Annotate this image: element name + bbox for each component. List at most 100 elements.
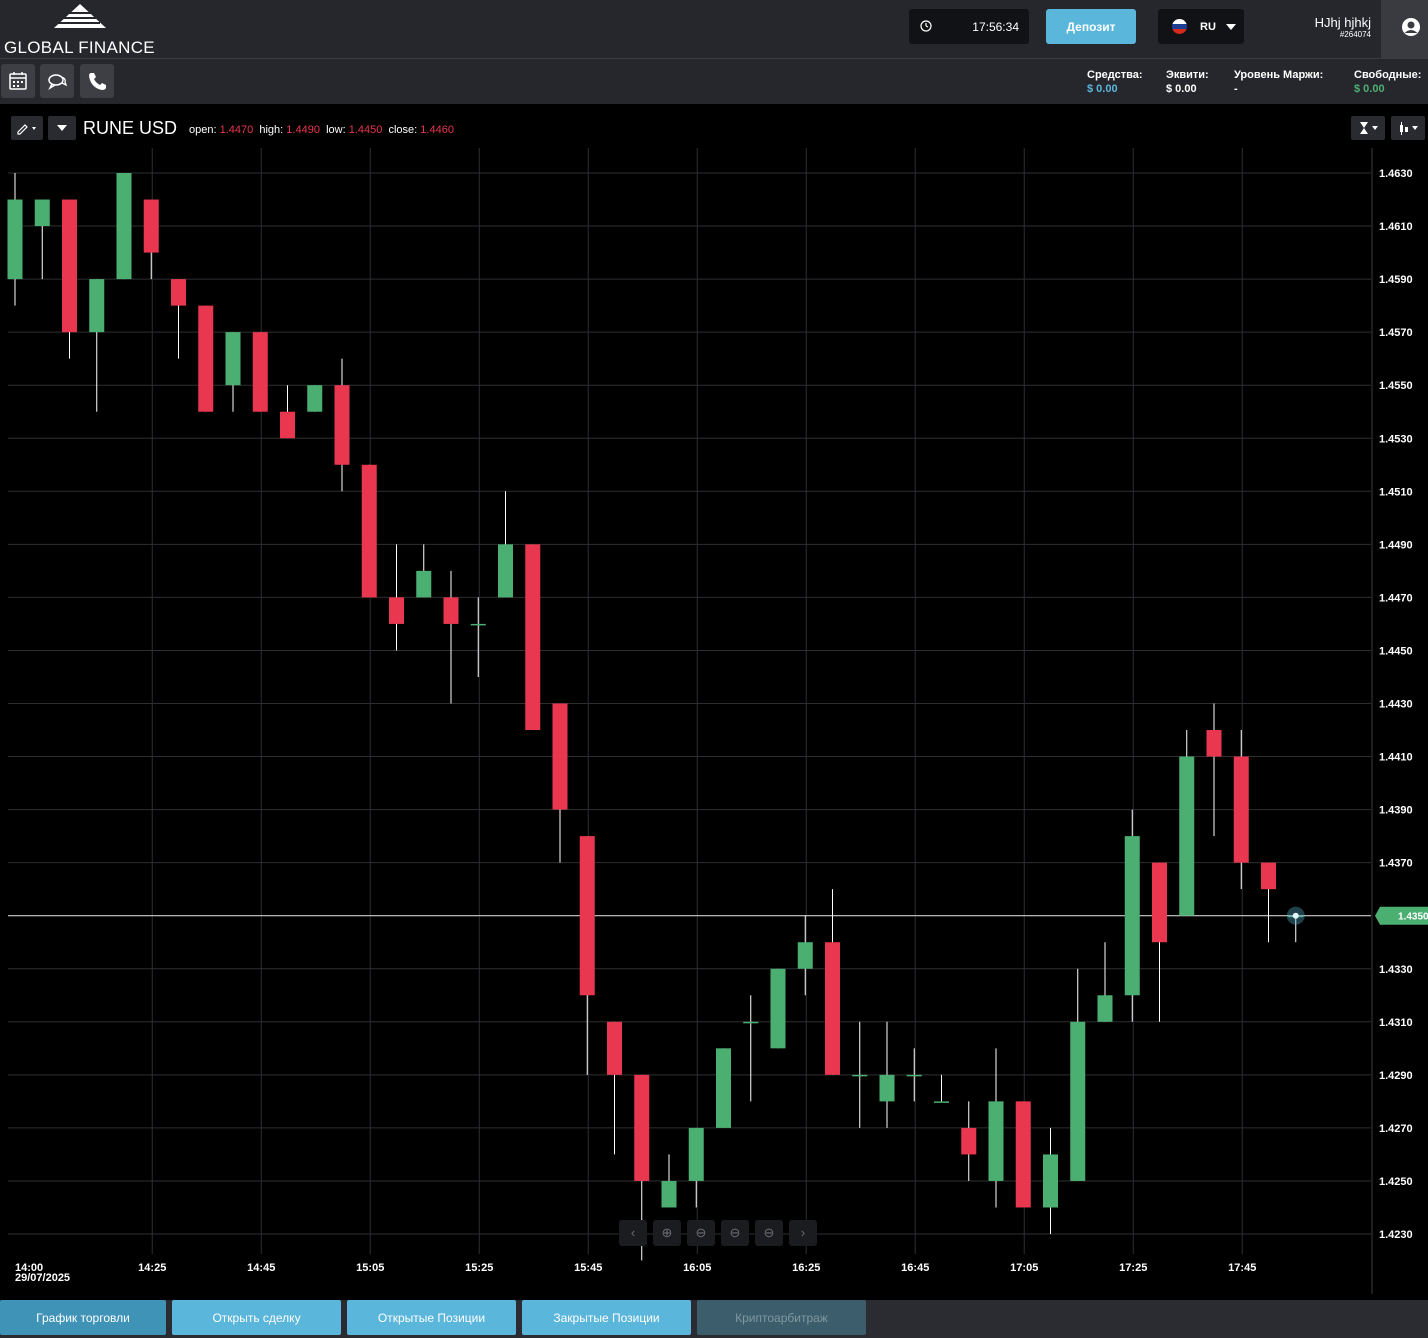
tab-trading-chart[interactable]: График торговли [0,1300,166,1335]
candle-body [579,836,595,996]
symbol-dropdown-button[interactable] [48,116,76,140]
candle [961,1101,977,1181]
candle [416,544,432,598]
metric-value: - [1234,83,1238,95]
x-tick-label: 14:25 [138,1262,166,1274]
chat-button[interactable] [40,64,74,98]
candle-body [743,1021,759,1024]
low-value: 1.4450 [348,124,383,136]
candle [62,199,77,359]
candle-body [1233,756,1249,863]
y-tick-label: 1.4410 [1379,752,1413,764]
candle [852,1021,868,1128]
candle [334,358,350,492]
candle-body [334,385,350,465]
candle-body [607,1021,622,1075]
metric-funds: Средства: $ 0.00 [1087,69,1143,95]
logo[interactable]: GLOBAL FINANCE [2,4,162,57]
candle [280,385,295,439]
y-tick-label: 1.4610 [1379,221,1413,233]
y-tick-label: 1.4430 [1379,699,1413,711]
zoom-in-button[interactable]: ⊕ [653,1220,681,1246]
y-tick-label: 1.4490 [1379,539,1413,551]
candle [89,279,105,412]
candlestick-chart[interactable]: 1.4630 1.4610 1.4590 1.4570 1.4550 1.4530 1.45… [0,104,1428,1300]
scroll-left-button[interactable]: ‹ [619,1220,647,1246]
language-selector[interactable]: RU [1158,9,1244,44]
clock-icon [920,20,932,32]
candle-body [361,464,377,598]
calendar-button[interactable] [1,64,35,98]
zoom-fit-button[interactable]: ⊖ [755,1220,783,1246]
candle [1015,1101,1031,1208]
zoom-out-button[interactable]: ⊖ [687,1220,715,1246]
logo-text: GLOBAL FINANCE [4,38,155,57]
y-tick-label: 1.4570 [1379,327,1413,339]
candle-body [1015,1101,1031,1208]
candle-body [797,942,813,969]
open-value: 1.4470 [219,124,254,136]
candle [225,332,241,412]
high-label: high: [259,124,284,136]
high-value: 1.4490 [286,124,320,136]
candle-body [443,597,459,624]
y-tick-label: 1.4390 [1379,805,1413,817]
user-avatar[interactable] [1381,0,1428,58]
candle [171,279,186,359]
candle [307,385,323,412]
server-clock: 17:56:34 [909,9,1029,44]
tab-closed-positions[interactable]: Закрытые Позиции [522,1300,691,1335]
metric-label: Эквити: [1166,69,1209,81]
x-tick-label: 17:05 [1010,1262,1038,1274]
clock-time: 17:56:34 [972,20,1019,34]
x-tick-label: 16:05 [683,1262,711,1274]
scroll-right-button[interactable]: › [789,1220,817,1246]
candle-body [770,968,786,1049]
chart-type-button[interactable] [1391,116,1425,140]
close-label: close: [388,124,418,136]
candle [879,1021,895,1128]
metric-free: Свободные: $ 0.00 [1354,69,1421,95]
candle [389,544,404,651]
y-tick-label: 1.4370 [1379,858,1413,870]
metric-value: $ 0.00 [1166,83,1197,95]
y-tick-label: 1.4590 [1379,274,1413,286]
candle [525,544,541,731]
low-label: low: [326,124,346,136]
y-tick-label: 1.4270 [1379,1123,1413,1135]
timeframe-button[interactable] [1351,116,1385,140]
x-tick-label: 16:25 [792,1262,820,1274]
candle-body [1070,1021,1086,1181]
candle-body [552,703,568,810]
candle-body [225,332,241,386]
y-tick-label: 1.4450 [1379,645,1413,657]
drawing-tools-button[interactable] [11,116,43,140]
user-name: HJhj hjhkj [1314,15,1371,30]
candle [743,995,759,1102]
candle [825,889,840,1075]
candle-body [1179,756,1195,916]
candle [1206,703,1222,837]
candle-body [688,1127,704,1181]
open-label: open: [189,124,217,136]
candle-body [1124,836,1140,996]
metric-label: Уровень Маржи: [1234,69,1324,81]
candle [116,173,132,280]
candle [1233,730,1249,890]
phone-icon [89,73,106,90]
tab-crypto-arbitrage[interactable]: Криптоарбитраж [697,1300,866,1335]
x-tick-label: 15:05 [356,1262,384,1274]
candle [1043,1127,1058,1234]
y-tick-label: 1.4290 [1379,1070,1413,1082]
candle-body [906,1074,922,1077]
candle-body [988,1101,1004,1181]
deposit-button[interactable]: Депозит [1046,9,1136,44]
zoom-reset-button[interactable]: ⊖ [721,1220,749,1246]
candle [607,1021,622,1155]
hourglass-icon [1360,122,1378,134]
candle-body [171,279,186,306]
candle [1152,862,1167,1022]
tab-open-trade[interactable]: Открыть сделку [172,1300,341,1335]
tab-open-positions[interactable]: Открытые Позиции [347,1300,516,1335]
phone-button[interactable] [80,64,114,98]
